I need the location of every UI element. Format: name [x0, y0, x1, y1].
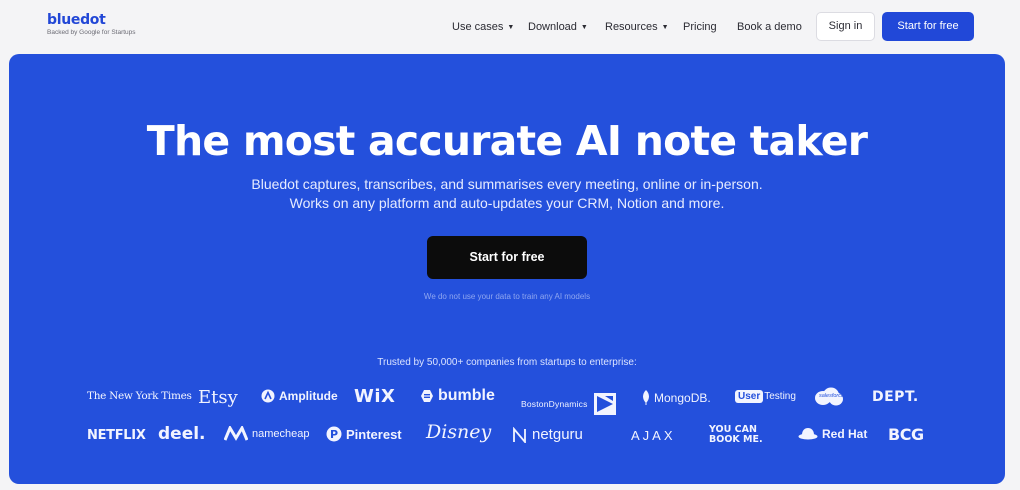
- logo-bumble-text: bumble: [438, 387, 495, 404]
- logo-dept-text: DEPT.: [872, 389, 919, 405]
- logo-amplitude-text: Amplitude: [279, 389, 338, 403]
- logo-disney-text: Disney: [426, 421, 492, 443]
- svg-text:P: P: [330, 428, 338, 441]
- nav-resources-label: Resources: [605, 21, 658, 33]
- brand-name: bluedot: [47, 12, 106, 28]
- leaf-icon: [643, 390, 649, 405]
- logo-wix: WiX: [354, 386, 395, 407]
- nav-pricing[interactable]: Pricing: [683, 19, 717, 35]
- logo-etsy-text: Etsy: [198, 387, 238, 408]
- amplitude-icon: [261, 389, 275, 403]
- nav-pricing-label: Pricing: [683, 21, 717, 33]
- logo-netguru: netguru: [512, 426, 583, 443]
- logo-redhat: Red Hat: [798, 427, 867, 441]
- logo-amplitude: Amplitude: [261, 389, 338, 403]
- hero-title: The most accurate AI note taker: [146, 117, 868, 165]
- hero-subtitle-line1: Bluedot captures, transcribes, and summa…: [251, 176, 763, 192]
- logo-salesforce: salesforce: [814, 387, 844, 407]
- logo-youcanbookme-line2: BOOK ME.: [709, 434, 763, 445]
- site-header: bluedot Backed by Google for Startups Us…: [0, 0, 1020, 54]
- red-hat-icon: [798, 428, 818, 440]
- logo-namecheap-text: namecheap: [252, 428, 310, 440]
- brand-logo[interactable]: bluedot Backed by Google for Startups: [47, 13, 136, 37]
- netguru-icon: [513, 426, 526, 443]
- nav-download[interactable]: Download ▼: [528, 19, 588, 35]
- nav-book-demo-label: Book a demo: [737, 21, 802, 33]
- logo-nytimes: The New York Times: [87, 390, 192, 402]
- logo-wix-text: WiX: [354, 386, 396, 407]
- chevron-down-icon: ▼: [580, 24, 588, 31]
- hero-subtitle-line2: Works on any platform and auto-updates y…: [289, 195, 725, 211]
- nav-resources[interactable]: Resources ▼: [605, 19, 669, 35]
- logo-mongodb-text: MongoDB.: [654, 390, 711, 405]
- logo-netflix: NETFLIX: [87, 428, 146, 443]
- start-free-header-button[interactable]: Start for free: [882, 12, 974, 41]
- logo-boston-dynamics-text: BostonDynamics: [521, 399, 588, 409]
- nav-book-demo[interactable]: Book a demo: [737, 19, 802, 35]
- logo-nytimes-text: The New York Times: [87, 390, 192, 402]
- trusted-by-text: Trusted by 50,000+ companies from startu…: [377, 357, 637, 368]
- logo-bcg-text: BCG: [888, 425, 924, 444]
- usertesting-text: Testing: [764, 391, 796, 402]
- pinterest-icon: P: [326, 426, 342, 442]
- sign-in-button[interactable]: Sign in: [816, 12, 875, 41]
- privacy-note: We do not use your data to train any AI …: [423, 292, 591, 301]
- boston-dynamics-icon: [593, 393, 616, 415]
- logo-pinterest: P Pinterest: [326, 426, 402, 442]
- logo-ajax-text: AJAX: [631, 428, 676, 443]
- chevron-down-icon: ▼: [507, 24, 515, 31]
- logo-netflix-text: NETFLIX: [87, 428, 146, 443]
- logo-boston-dynamics: BostonDynamics: [521, 392, 617, 416]
- logo-bcg: BCG: [888, 425, 924, 444]
- logo-youcanbookme: YOU CAN BOOK ME.: [709, 425, 763, 445]
- logo-deel: deel.: [158, 424, 206, 444]
- logo-namecheap: namecheap: [224, 426, 310, 442]
- usertesting-badge: User: [735, 390, 764, 403]
- hero-section: The most accurate AI note taker Bluedot …: [9, 54, 1005, 484]
- logo-netguru-text: netguru: [532, 426, 583, 443]
- bumble-icon: [421, 390, 433, 402]
- start-free-hero-button[interactable]: Start for free: [427, 236, 587, 279]
- logo-salesforce-text: salesforce: [819, 393, 845, 399]
- logo-etsy: Etsy: [198, 387, 238, 408]
- nav-use-cases[interactable]: Use cases ▼: [452, 19, 514, 35]
- logo-pinterest-text: Pinterest: [346, 426, 402, 442]
- brand-tagline: Backed by Google for Startups: [47, 29, 136, 36]
- logo-redhat-text: Red Hat: [822, 427, 868, 441]
- logo-usertesting: User Testing: [735, 390, 796, 403]
- logo-ajax: AJAX: [631, 428, 676, 443]
- nav-use-cases-label: Use cases: [452, 21, 504, 33]
- logo-mongodb: MongoDB.: [642, 390, 711, 405]
- logo-bumble: bumble: [420, 387, 495, 405]
- namecheap-icon: [224, 426, 248, 441]
- logo-disney: Disney: [426, 421, 491, 443]
- logo-dept: DEPT.: [872, 389, 919, 405]
- logo-deel-text: deel.: [158, 424, 206, 444]
- nav-download-label: Download: [528, 21, 577, 33]
- chevron-down-icon: ▼: [661, 24, 669, 31]
